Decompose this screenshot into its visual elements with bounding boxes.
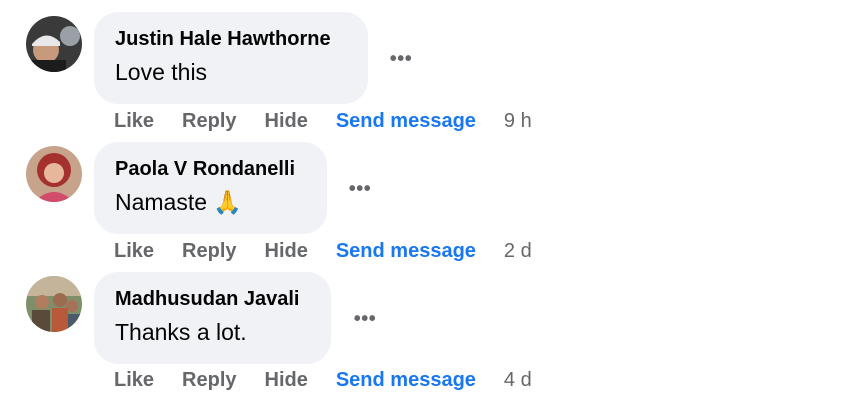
like-button[interactable]: Like <box>114 240 154 263</box>
more-options-button[interactable]: ••• <box>383 41 419 77</box>
profile-photo-icon <box>26 276 82 332</box>
truncated-previous-content <box>268 0 448 2</box>
reply-button[interactable]: Reply <box>182 240 236 263</box>
comment-actions: Like Reply Hide Send message 9 h <box>114 109 532 133</box>
comment-text: Love this <box>115 59 208 85</box>
comment-timestamp[interactable]: 4 d <box>504 369 532 392</box>
comment-author[interactable]: Paola V Rondanelli <box>115 156 307 182</box>
profile-photo-icon <box>26 16 82 72</box>
comment-actions: Like Reply Hide Send message 2 d <box>114 239 532 263</box>
comment-author[interactable]: Madhusudan Javali <box>115 286 311 312</box>
comment-bubble: Paola V Rondanelli Namaste 🙏 <box>94 142 327 234</box>
comment-bubble: Justin Hale Hawthorne Love this <box>94 12 368 104</box>
like-button[interactable]: Like <box>114 110 154 133</box>
avatar[interactable] <box>26 276 82 332</box>
avatar[interactable] <box>26 146 82 202</box>
avatar[interactable] <box>26 16 82 72</box>
comment-author[interactable]: Justin Hale Hawthorne <box>115 26 348 52</box>
comment-actions: Like Reply Hide Send message 4 d <box>114 368 532 392</box>
more-options-button[interactable]: ••• <box>347 301 383 337</box>
send-message-button[interactable]: Send message <box>336 240 476 263</box>
reply-button[interactable]: Reply <box>182 110 236 133</box>
comment-thread: Justin Hale Hawthorne Love this ••• Like… <box>0 0 848 402</box>
like-button[interactable]: Like <box>114 369 154 392</box>
hide-button[interactable]: Hide <box>265 369 308 392</box>
comment-bubble: Madhusudan Javali Thanks a lot. <box>94 272 331 364</box>
comment-text: Namaste 🙏 <box>115 189 243 215</box>
hide-button[interactable]: Hide <box>265 110 308 133</box>
comment-timestamp[interactable]: 2 d <box>504 240 532 263</box>
hide-button[interactable]: Hide <box>265 240 308 263</box>
reply-button[interactable]: Reply <box>182 369 236 392</box>
comment-timestamp[interactable]: 9 h <box>504 110 532 133</box>
more-options-button[interactable]: ••• <box>342 171 378 207</box>
send-message-button[interactable]: Send message <box>336 110 476 133</box>
comment-text: Thanks a lot. <box>115 319 247 345</box>
send-message-button[interactable]: Send message <box>336 369 476 392</box>
profile-photo-icon <box>26 146 82 202</box>
